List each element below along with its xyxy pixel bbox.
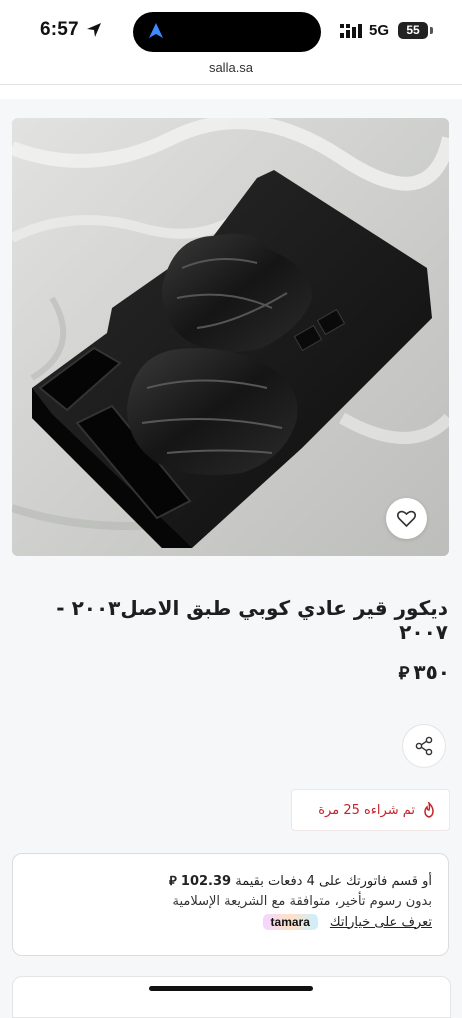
cellular-signal-icon <box>340 24 362 38</box>
sold-count-text: تم شراءه 25 مرة <box>318 802 415 818</box>
dynamic-island <box>133 12 321 52</box>
battery-icon: 55 <box>398 22 428 39</box>
network-type: 5G <box>369 22 390 39</box>
riyal-symbol-icon: ⃁ <box>398 662 410 684</box>
tamara-installments-box: أو قسم فاتورتك على 4 دفعات بقيمة 102.39 … <box>12 853 449 956</box>
status-bar: 6:57 5G 55 <box>0 0 462 58</box>
share-icon <box>415 736 433 756</box>
url-bar[interactable]: salla.sa <box>0 58 462 85</box>
product-photo <box>12 118 449 556</box>
next-section-card <box>12 976 451 1018</box>
wishlist-button[interactable] <box>386 498 427 539</box>
heart-icon <box>397 510 416 527</box>
fire-icon <box>424 802 434 818</box>
product-title: ديكور قير عادي كوبي طبق الاصل٢٠٠٣ - ٢٠٠٧ <box>56 596 448 644</box>
tamara-logo: tamara <box>262 914 318 930</box>
tamara-learn-more-link[interactable]: تعرف على خياراتك <box>330 915 432 930</box>
battery-cap <box>430 27 433 34</box>
tamara-actions: تعرف على خياراتك tamara <box>29 914 432 930</box>
riyal-symbol-icon: ⃁ <box>169 874 177 889</box>
tamara-line2: بدون رسوم تأخير، متوافقة مع الشريعة الإس… <box>172 894 433 909</box>
navigation-arrow-icon <box>149 23 163 38</box>
home-indicator[interactable] <box>149 986 313 991</box>
price-value: ٣٥٠ <box>413 660 450 684</box>
status-time: 6:57 <box>40 19 79 40</box>
header-band <box>0 85 462 99</box>
location-arrow-icon <box>87 23 101 37</box>
tamara-amount: 102.39 <box>180 874 232 889</box>
product-price: ٣٥٠ ⃁ <box>399 660 450 684</box>
share-button[interactable] <box>403 725 445 767</box>
tamara-line1: أو قسم فاتورتك على 4 دفعات بقيمة 102.39 … <box>29 872 432 892</box>
product-image[interactable] <box>12 118 449 556</box>
url-text[interactable]: salla.sa <box>0 60 462 75</box>
tamara-prefix: أو قسم فاتورتك على 4 دفعات بقيمة <box>235 874 432 889</box>
sold-count-badge: تم شراءه 25 مرة <box>291 789 450 831</box>
